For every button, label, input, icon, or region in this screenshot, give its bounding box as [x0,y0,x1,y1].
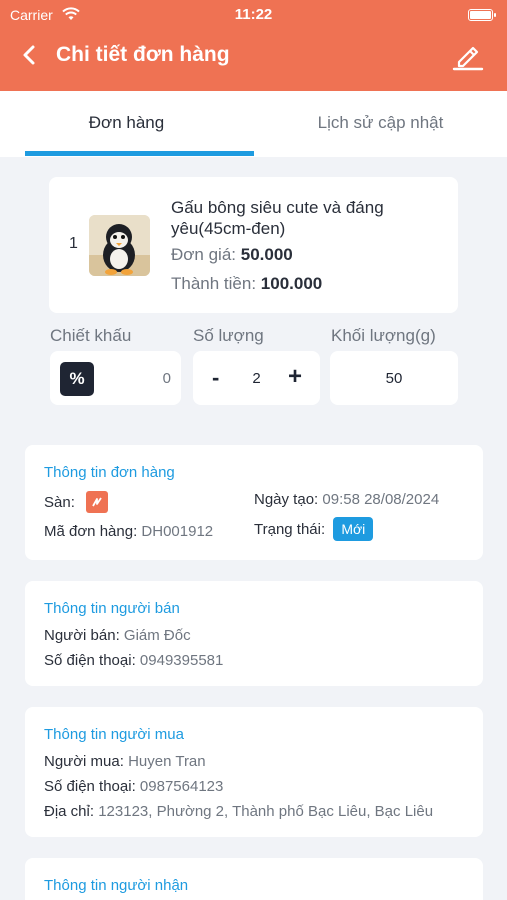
unit-price-label: Đơn giá: [171,245,237,264]
clock: 11:22 [234,6,273,23]
seller-value: Giám Đốc [123,627,191,644]
unit-price-value: 50.000 [240,245,293,264]
quantity-label: Số lượng [193,326,264,345]
weight-label: Khối lượng(g) [331,326,436,345]
seller-info-card: Thông tin người bán Người bán: Giám Đốc … [25,581,483,686]
seller-label: Người bán: [44,627,120,644]
chevron-left-icon[interactable] [18,42,42,68]
app-header: Carrier 11:22 Chi tiết đơn hàng [0,0,507,91]
quantity-stepper: - 2 + [193,351,320,405]
pencil-icon[interactable] [451,38,485,72]
buyer-phone-value: 0987564123 [139,778,224,795]
status-bar: Carrier 11:22 [0,5,507,25]
created-row: Ngày tạo: 09:58 28/08/2024 [254,491,439,508]
increase-quantity-button[interactable]: + [288,363,302,391]
buyer-info-card: Thông tin người mua Người mua: Huyen Tra… [25,707,483,837]
receiver-info-card: Thông tin người nhận [25,858,483,900]
receiver-info-title: Thông tin người nhận [44,877,189,894]
active-tab-indicator [25,151,254,156]
weight-field[interactable]: 50 [330,351,458,405]
product-thumbnail [89,215,150,276]
total-value: 100.000 [260,274,323,293]
product-name: Gấu bông siêu cute và đáng yêu(45cm-đen) [171,198,384,238]
shop-label: Sàn: [44,494,75,511]
discount-field[interactable]: % 0 [50,351,181,405]
page-title: Chi tiết đơn hàng [56,43,230,66]
buyer-address-value: 123123, Phường 2, Thành phố Bạc Liêu, Bạ… [98,803,434,820]
seller-row: Người bán: Giám Đốc [44,627,191,644]
product-index: 1 [69,235,78,252]
discount-input[interactable]: 0 [163,370,171,387]
buyer-value: Huyen Tran [128,753,206,770]
buyer-row: Người mua: Huyen Tran [44,753,206,770]
shop-row: Sàn: [44,494,75,511]
total-label: Thành tiền: [171,274,257,293]
buyer-address-label: Địa chỉ: [44,803,95,820]
order-code-row: Mã đơn hàng: DH001912 [44,523,213,540]
status-label: Trạng thái: [254,521,326,538]
status-row: Trạng thái: Mới [254,517,374,541]
buyer-phone-row: Số điện thoại: 0987564123 [44,778,223,795]
seller-phone-value: 0949395581 [139,652,224,669]
buyer-label: Người mua: [44,753,124,770]
battery-icon [468,9,496,21]
buyer-phone-label: Số điện thoại: [44,778,136,795]
product-card[interactable]: 1 Gấu bông siêu cute và đáng yêu(45cm-đe… [49,177,458,313]
buyer-info-title: Thông tin người mua [44,726,184,743]
status-badge: Mới [333,517,374,541]
discount-label: Chiết khấu [50,326,132,345]
seller-phone-label: Số điện thoại: [44,652,136,669]
created-value: 09:58 28/08/2024 [322,491,440,508]
unit-price-row: Đơn giá: 50.000 [171,245,293,265]
order-info-title: Thông tin đơn hàng [44,464,175,481]
weight-input[interactable]: 50 [330,370,458,387]
seller-phone-row: Số điện thoại: 0949395581 [44,652,223,669]
created-label: Ngày tạo: [254,491,319,508]
total-row: Thành tiền: 100.000 [171,274,322,294]
order-info-card: Thông tin đơn hàng Sàn: Ngày tạo: 09:58 … [25,445,483,560]
seller-info-title: Thông tin người bán [44,600,180,617]
order-code-label: Mã đơn hàng: [44,523,138,540]
buyer-address-row: Địa chỉ: 123123, Phường 2, Thành phố Bạc… [44,803,433,820]
tab-update-history[interactable]: Lịch sử cập nhật [254,91,507,157]
order-code-value: DH001912 [141,523,214,540]
tab-order[interactable]: Đơn hàng [0,91,253,157]
percent-toggle-button[interactable]: % [60,362,94,396]
shopee-icon [86,491,108,513]
tab-bar: Đơn hàng Lịch sử cập nhật [0,91,507,157]
